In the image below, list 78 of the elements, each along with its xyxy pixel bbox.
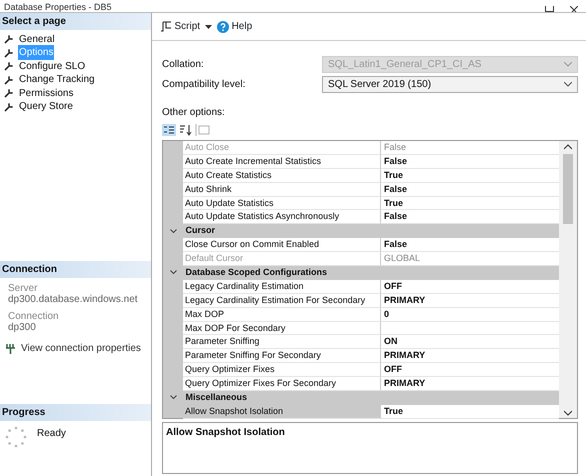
chevron-icon <box>564 62 572 66</box>
help-icon <box>217 20 230 32</box>
property-value[interactable]: OFF <box>381 363 559 378</box>
property-name[interactable]: Max DOP <box>183 308 381 322</box>
sidebar-item[interactable]: Query Store <box>0 100 151 114</box>
scroll-up-icon[interactable] <box>564 144 572 150</box>
category-header: Miscellaneous <box>184 391 248 404</box>
status-text: Ready <box>37 427 66 441</box>
scroll-down-icon[interactable] <box>564 410 572 416</box>
window-title: Database Properties - DB5 <box>4 3 112 12</box>
spinner-icon <box>5 426 27 448</box>
sidebar-item[interactable]: General <box>0 32 151 46</box>
compatibility-dropdown[interactable]: SQL Server 2019 (150) <box>322 76 578 92</box>
category-header: Database Scoped Configurations <box>184 266 328 280</box>
section-header: Select a page <box>0 13 151 30</box>
property-name[interactable]: Auto Create Statistics <box>183 168 381 183</box>
scroll-thumb[interactable] <box>563 154 573 224</box>
wrench-icon <box>4 34 14 44</box>
property-name[interactable]: Close Cursor on Commit Enabled <box>183 238 381 252</box>
section-header: Progress <box>0 404 151 421</box>
wrench-icon <box>4 48 14 58</box>
property-value[interactable]: OFF <box>381 280 559 294</box>
chevron-icon[interactable] <box>170 228 176 234</box>
property-value[interactable]: True <box>381 404 559 419</box>
property-value[interactable]: False <box>381 238 559 252</box>
property-name[interactable]: Allow Snapshot Isolation <box>183 404 381 419</box>
category-header: Cursor <box>184 224 216 238</box>
property-value[interactable]: PRIMARY <box>381 294 559 308</box>
maximize-icon[interactable] <box>545 6 554 12</box>
sidebar-item[interactable]: Change Tracking <box>0 73 151 86</box>
property-value[interactable]: 0 <box>381 308 559 322</box>
sidebar-item[interactable]: Configure SLO <box>0 60 151 73</box>
close-icon[interactable] <box>570 6 578 12</box>
connection-name: dp300 <box>7 322 37 334</box>
field-label: Compatibility level: <box>162 78 246 92</box>
property-name[interactable]: Max DOP For Secondary <box>183 322 381 336</box>
property-value[interactable]: ON <box>381 335 559 350</box>
property-value[interactable]: False <box>381 182 559 197</box>
field-label: Server <box>7 282 38 294</box>
sort-icon[interactable] <box>178 124 192 136</box>
chevron-icon[interactable] <box>170 270 176 276</box>
property-name[interactable]: Query Optimizer Fixes <box>183 363 381 378</box>
property-name[interactable]: Auto Update Statistics Asynchronously <box>183 210 381 224</box>
chevron-icon <box>564 82 572 86</box>
connection-link[interactable]: View connection properties <box>21 341 141 356</box>
description-title: Allow Snapshot Isolation <box>166 427 285 438</box>
sidebar-item[interactable]: Permissions <box>0 86 151 100</box>
property-name[interactable]: Auto Create Incremental Statistics <box>183 154 381 169</box>
property-name[interactable]: Legacy Cardinality Estimation For Secondary <box>183 294 381 308</box>
help-button[interactable]: Help <box>217 19 252 34</box>
field-label: Collation: <box>162 58 205 72</box>
section-header: Connection <box>0 260 151 278</box>
wrench-icon <box>4 88 14 98</box>
wrench-icon <box>4 102 14 112</box>
property-value[interactable]: True <box>381 168 559 183</box>
property-name[interactable]: Parameter Sniffing <box>183 335 381 350</box>
property-name[interactable]: Parameter Sniffing For Secondary <box>183 349 381 364</box>
field-label: Other options: <box>162 106 225 120</box>
categorized-icon[interactable] <box>162 124 176 136</box>
caret-icon[interactable] <box>205 24 212 28</box>
script-button[interactable]: Script <box>160 19 200 34</box>
property-value[interactable]: PRIMARY <box>381 349 559 364</box>
wrench-icon <box>4 74 14 85</box>
property-value[interactable]: PRIMARY <box>381 377 559 392</box>
property-value[interactable]: True <box>381 196 559 210</box>
chevron-icon[interactable] <box>170 395 176 400</box>
property-value[interactable]: False <box>381 210 559 224</box>
property-name[interactable]: Query Optimizer Fixes For Secondary <box>183 377 381 392</box>
field-label: Connection <box>7 310 60 322</box>
plug-icon <box>5 344 16 354</box>
property-name[interactable]: Auto Shrink <box>183 182 381 197</box>
wrench-icon <box>4 61 14 72</box>
script-icon <box>160 21 172 32</box>
property-name[interactable]: Auto Update Statistics <box>183 196 381 210</box>
property-name[interactable]: Legacy Cardinality Estimation <box>183 280 381 294</box>
property-value[interactable]: False <box>381 154 559 169</box>
server-name: dp300.database.windows.net <box>7 294 139 306</box>
scrollbar[interactable] <box>559 141 577 418</box>
